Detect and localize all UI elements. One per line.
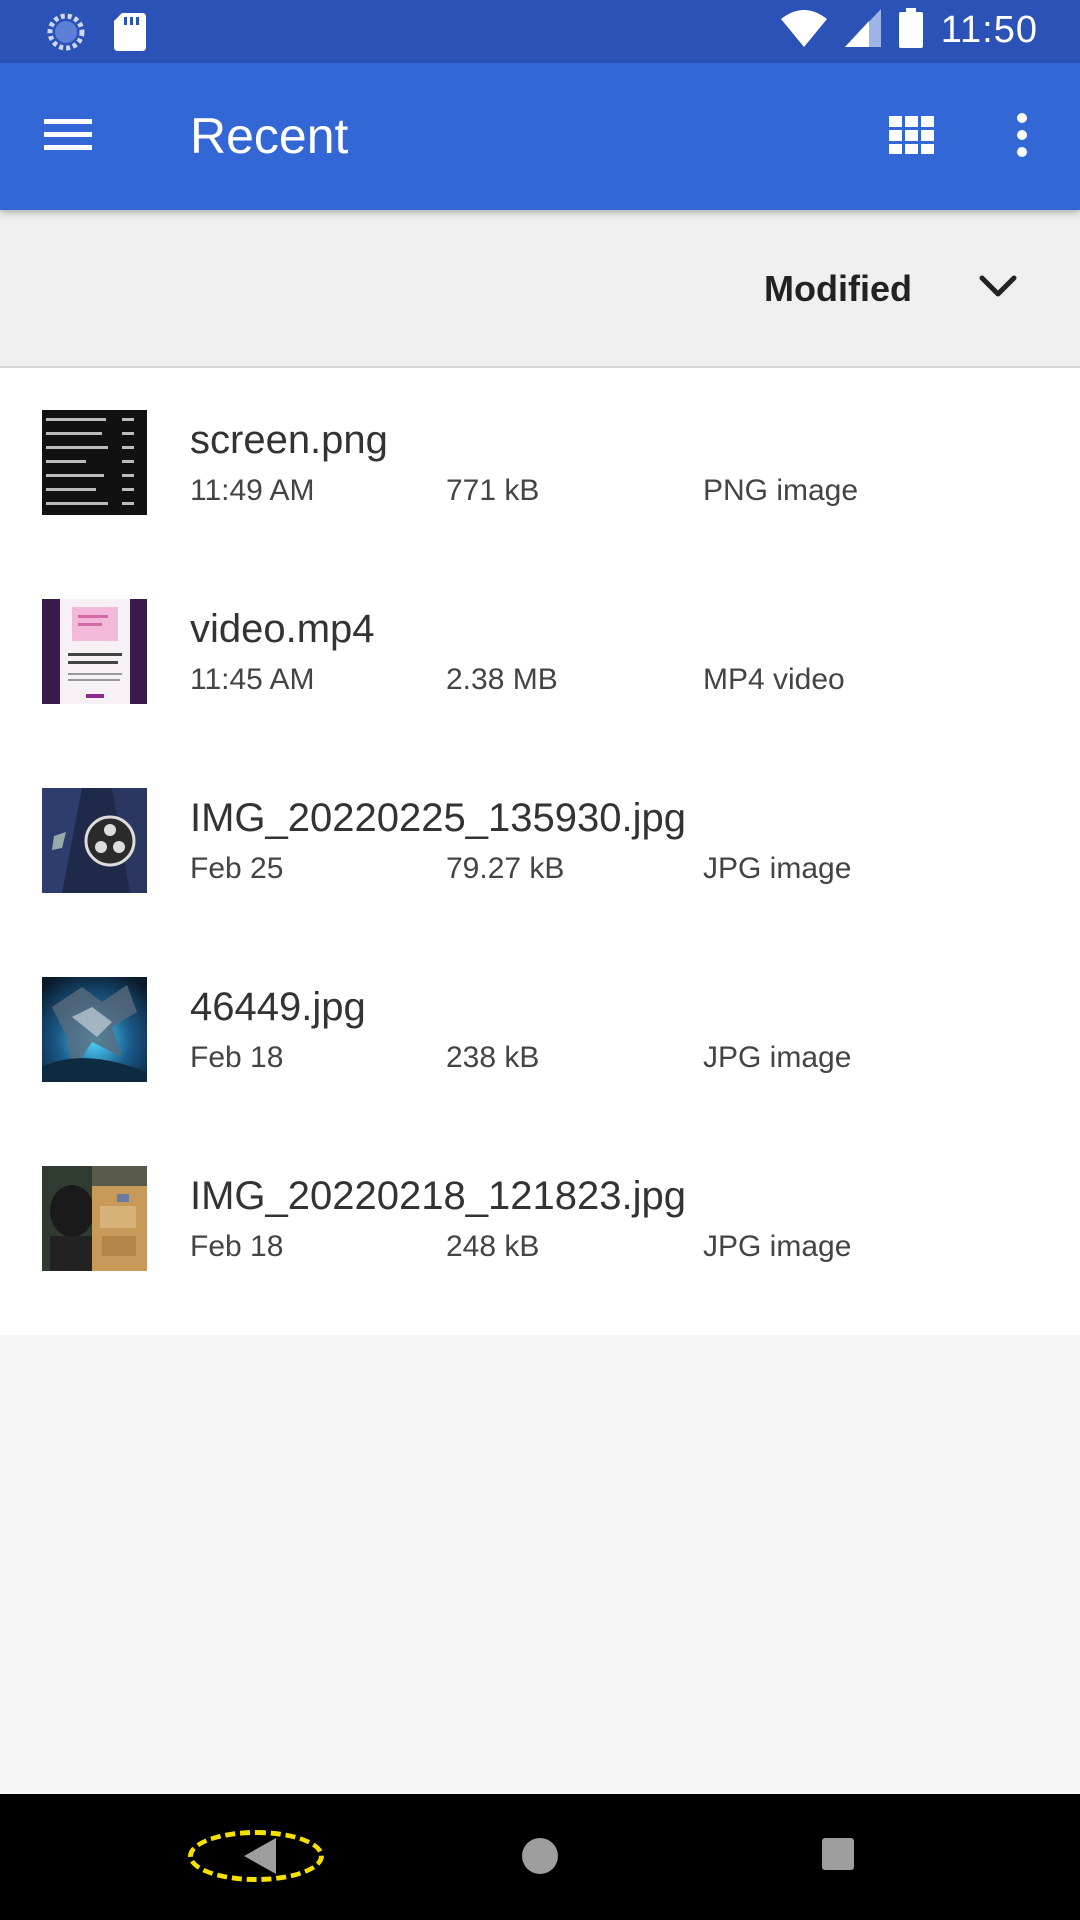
- file-date: 11:49 AM: [190, 474, 315, 507]
- photo-thumb: [42, 1166, 147, 1271]
- file-size: 238 kB: [446, 1041, 540, 1074]
- navigation-bar: [0, 1794, 1080, 1920]
- file-date: Feb 25: [190, 852, 284, 885]
- video-thumb: [42, 599, 147, 704]
- file-date: 11:45 AM: [190, 663, 315, 696]
- file-date: Feb 18: [190, 1230, 284, 1263]
- file-name: screen.png: [190, 418, 388, 462]
- home-icon: [520, 1838, 560, 1880]
- file-name: IMG_20220225_135930.jpg: [190, 796, 686, 840]
- battery-icon: [898, 8, 923, 53]
- grid-view-icon: [889, 115, 935, 159]
- file-size: 771 kB: [446, 474, 540, 507]
- wifi-icon: [780, 9, 827, 52]
- status-bar: 11:50: [0, 0, 1080, 63]
- back-button[interactable]: [188, 1830, 330, 1884]
- sd-card-icon: [114, 13, 146, 56]
- list-item[interactable]: video.mp4 11:45 AM 2.38 MB MP4 video: [0, 557, 1080, 746]
- file-size: 2.38 MB: [446, 663, 558, 696]
- sort-dropdown-button[interactable]: [978, 272, 1022, 308]
- file-type: JPG image: [703, 1041, 852, 1074]
- home-button[interactable]: [520, 1836, 560, 1876]
- menu-button[interactable]: [40, 109, 96, 165]
- status-left-icons: [46, 12, 146, 57]
- app-bar: Recent: [0, 63, 1080, 210]
- sort-bar: Modified: [0, 210, 1080, 368]
- obs-logo-thumb: [42, 788, 147, 893]
- cell-signal-icon: [844, 9, 881, 52]
- file-type: MP4 video: [703, 663, 845, 696]
- sort-label[interactable]: Modified: [764, 268, 912, 310]
- hamburger-menu-icon: [44, 117, 92, 158]
- page-title: Recent: [190, 108, 349, 164]
- file-name: video.mp4: [190, 607, 375, 651]
- list-item[interactable]: IMG_20220218_121823.jpg Feb 18 248 kB JP…: [0, 1124, 1080, 1313]
- file-date: Feb 18: [190, 1041, 284, 1074]
- chevron-down-icon: [978, 275, 1018, 306]
- recents-button[interactable]: [820, 1836, 856, 1872]
- more-vert-icon: [1016, 112, 1028, 162]
- list-item[interactable]: screen.png 11:49 AM 771 kB PNG image: [0, 368, 1080, 557]
- more-options-button[interactable]: [1000, 105, 1044, 169]
- list-item[interactable]: 46449.jpg Feb 18 238 kB JPG image: [0, 935, 1080, 1124]
- file-size: 79.27 kB: [446, 852, 565, 885]
- file-type: JPG image: [703, 1230, 852, 1263]
- screenshot-thumb: [42, 410, 147, 515]
- list-item[interactable]: IMG_20220225_135930.jpg Feb 25 79.27 kB …: [0, 746, 1080, 935]
- highlight-ring: [188, 1830, 324, 1882]
- file-name: IMG_20220218_121823.jpg: [190, 1174, 686, 1218]
- status-right-icons: 11:50: [780, 8, 1038, 53]
- screen: 11:50 Recent Modified screen.png 11:49 A…: [0, 0, 1080, 1920]
- file-type: JPG image: [703, 852, 852, 885]
- dragon-art-thumb: [42, 977, 147, 1082]
- recents-icon: [820, 1838, 856, 1876]
- sync-icon: [46, 12, 86, 57]
- file-type: PNG image: [703, 474, 859, 507]
- grid-view-button[interactable]: [880, 109, 944, 165]
- file-name: 46449.jpg: [190, 985, 366, 1029]
- file-list: screen.png 11:49 AM 771 kB PNG image vid…: [0, 368, 1080, 1335]
- status-time: 11:50: [940, 9, 1038, 51]
- file-size: 248 kB: [446, 1230, 540, 1263]
